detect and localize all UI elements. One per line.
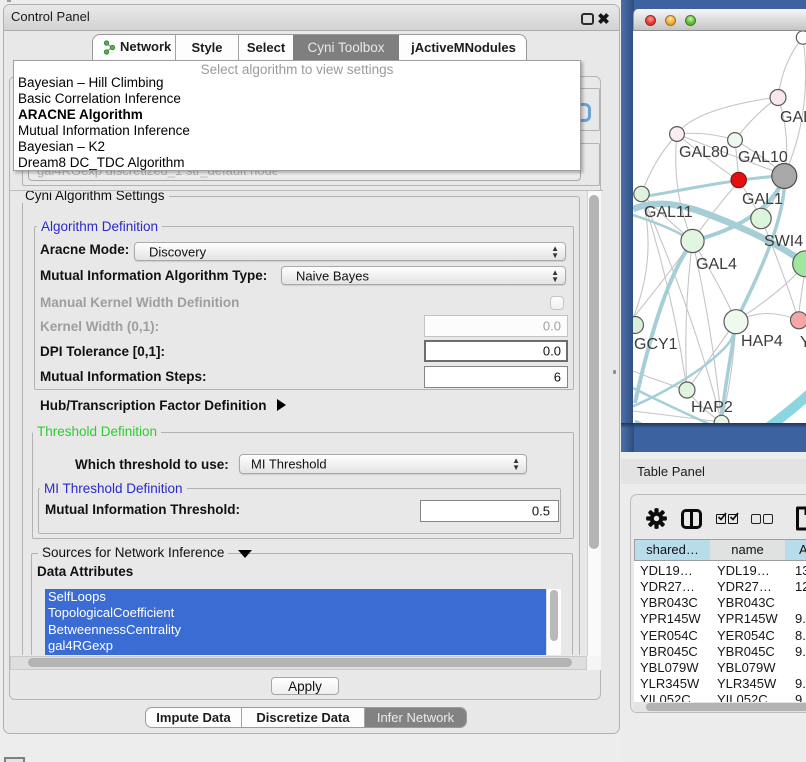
svg-text:GCY1: GCY1 <box>634 336 678 353</box>
svg-text:YEL: YEL <box>800 334 806 351</box>
svg-text:GAL4: GAL4 <box>696 256 737 273</box>
svg-text:GAL1: GAL1 <box>742 191 783 208</box>
svg-text:SWI4: SWI4 <box>764 233 803 250</box>
svg-text:GAL11: GAL11 <box>644 204 693 221</box>
svg-text:GAL80: GAL80 <box>679 144 729 161</box>
svg-text:GAL80: GAL80 <box>780 109 806 126</box>
svg-text:GAL10: GAL10 <box>738 149 788 166</box>
svg-text:HAP2: HAP2 <box>691 399 733 416</box>
svg-text:HAP4: HAP4 <box>741 333 783 350</box>
